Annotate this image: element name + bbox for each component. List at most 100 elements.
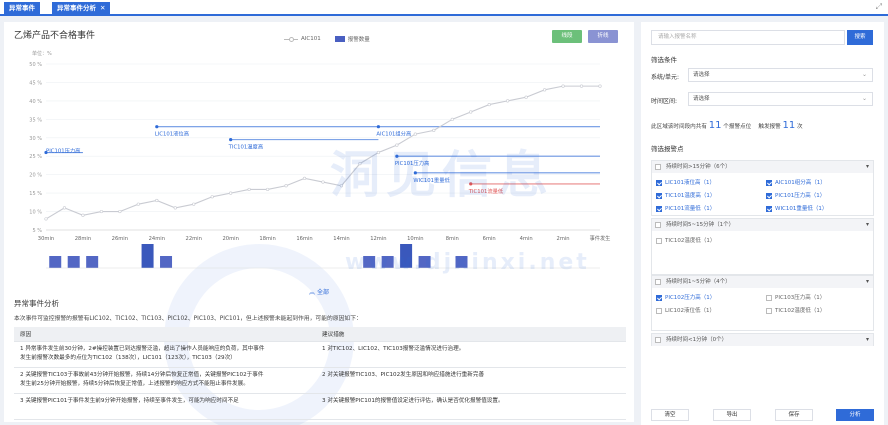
checkbox-checked[interactable] [656,179,662,186]
checkbox-checked[interactable] [766,205,772,212]
stat-points-count: 11 [708,120,722,131]
alarm-point-label: PIC103压力高（1） [775,295,826,301]
group-header-label: 持续时间<1分钟（0个） [666,337,728,343]
alarm-point-label: WIC101重量低（1） [775,206,828,212]
checkbox[interactable] [656,237,662,244]
series-point [321,180,325,184]
caret-down-icon[interactable]: ▾ [866,276,869,288]
checkbox-checked[interactable] [656,294,662,301]
save-button[interactable]: 保存 [775,409,813,421]
column-header-reason: 原因 [14,327,316,342]
checkbox-checked[interactable] [766,192,772,199]
series-point [210,195,214,199]
group-header[interactable]: 持续时间>15分钟（6个） ▾ [652,161,873,173]
stat-trigger-label: 触发报警 [758,124,781,130]
caret-down-icon[interactable]: ▾ [866,334,869,346]
analyze-button[interactable]: 分析 [836,409,874,421]
series-point [81,213,85,217]
series-point [598,84,602,88]
caret-down-icon[interactable]: ▾ [866,219,869,231]
alarm-point-item[interactable]: TIC102温度低（1） [656,236,715,244]
expand-all-link[interactable]: ︽ 全部 [4,287,634,296]
x-tick-label: 18min [259,236,275,242]
x-tick-label: 6min [483,236,496,242]
alarm-group: 持续时间<1分钟（0个） ▾ [651,333,874,346]
alarm-point-label: LIC101液位高（1） [665,180,716,186]
stat-points-suffix: 个报警点位 [723,124,752,130]
series-point [450,117,454,121]
alarm-point-item[interactable]: WIC101重量低（1） [766,204,827,212]
group-header-label: 持续时间1~5分钟（4个） [666,279,731,285]
filter-title: 筛选条件 [651,56,677,64]
caret-down-icon[interactable]: ▾ [866,161,869,173]
table-row: 3 关键报警PIC101于事件发生前9分钟开始报警，持续至事件发生，可能为响应时… [14,393,626,420]
alarm-point-item[interactable]: PIC101压力高（1） [766,191,825,199]
series-point [192,202,196,206]
x-tick-label: 26min [112,236,128,242]
time-select[interactable]: 请选择 ⌄ [688,92,873,106]
alarm-point-item[interactable]: PIC103压力高（1） [766,293,825,301]
alarm-count-bar [141,244,154,268]
group-header[interactable]: 持续时间<1分钟（0个） ▾ [652,334,873,346]
search-input[interactable]: 请输入报警名称 [651,30,845,45]
series-point [524,95,528,99]
checkbox-checked[interactable] [766,179,772,186]
alarm-point-item[interactable]: AIC101组分高（1） [766,178,826,186]
series-point [506,99,510,103]
checkbox[interactable] [656,307,662,314]
close-icon[interactable]: ✕ [100,4,105,12]
alarm-point-item[interactable]: LIC102液位低（1） [656,306,715,314]
alarm-point-item[interactable]: PIC102压力高（1） [656,293,715,301]
y-tick-label: 15 % [29,191,42,197]
alarm-start-point [229,138,233,142]
search-button[interactable]: 搜索 [847,30,873,45]
group-header[interactable]: 持续时间5~15分钟（1个） ▾ [652,219,873,231]
alarm-line-label: PIC101压力高 [46,147,80,155]
checkbox[interactable] [655,164,661,170]
checkbox[interactable] [766,307,772,314]
checkbox-checked[interactable] [656,192,662,199]
reason-line: 发生前25分钟开始报警，持续5分钟后恢复正常值，上述报警的响应方式不能阻止事件发… [20,381,249,387]
reason-cell: 1 异常事件发生前30分钟，2#操控装置已到达报警泛滥，超出了操作人员能响应的负… [14,341,316,368]
stat-times-count: 11 [782,120,796,131]
tab-abnormal-analysis[interactable]: 异常事件分析 ✕ [52,2,111,15]
checkbox-checked[interactable] [656,205,662,212]
series-point [173,206,177,210]
chevron-down-icon: ⌄ [861,95,867,102]
alarm-point-item[interactable]: TIC101温度高（1） [656,191,715,199]
alarm-point-label: TIC101温度高（1） [665,193,716,199]
alarm-point-item[interactable]: TIC102温度低（1） [766,306,825,314]
series-point [469,110,473,114]
stat-times-suffix: 次 [797,124,803,130]
alarm-line-label: TIC101温度高 [228,143,264,151]
chart-panel: 乙烯产品不合格事件 AIC101 报警数量 线段 折线 50 % 45 % 40 %… [4,22,634,425]
tab-abnormal-events[interactable]: 异常事件 [4,2,40,15]
measure-cell: 3 对关键报警PIC101的报警值设定进行评估，确认是否优化报警值设置。 [316,393,626,420]
reason-line: 3 关键报警PIC101于事件发生前9分钟开始报警，持续至事件发生，可能为响应时… [20,398,239,404]
series-point [561,84,565,88]
group-header[interactable]: 持续时间1~5分钟（4个） ▾ [652,276,873,288]
chevron-down-icon: ⌄ [861,71,867,78]
filter-panel: 请输入报警名称 搜索 筛选条件 系统/单元: 请选择 ⌄ 时间区间: 请选择 ⌄ 此… [641,22,884,406]
x-tick-label: 28min [75,236,91,242]
measure-cell: 2 对关键报警TIC103、PIC102发生原因和响应措施进行重新完善 [316,367,626,394]
clear-button[interactable]: 清空 [651,409,689,421]
checkbox[interactable] [655,222,661,228]
series-point [247,187,251,192]
checkbox[interactable] [655,337,661,343]
export-button[interactable]: 导出 [713,409,751,421]
series-point [229,191,233,195]
checkbox[interactable] [655,279,661,285]
alarm-point-item[interactable]: PIC101流量低（1） [656,204,715,212]
group-header-label: 持续时间>15分钟（6个） [666,164,731,170]
system-select[interactable]: 请选择 ⌄ [688,68,873,82]
x-tick-label: 22min [186,236,202,242]
maximize-icon[interactable]: ⤢ [876,2,882,12]
system-label: 系统/单元: [651,74,680,81]
alarm-count-bar [160,256,173,268]
y-tick-label: 35 % [29,117,42,123]
time-select-value: 请选择 [693,96,710,102]
checkbox[interactable] [766,294,772,301]
action-bar: 清空 导出 保存 分析 [641,406,884,425]
alarm-point-item[interactable]: LIC101液位高（1） [656,178,715,186]
